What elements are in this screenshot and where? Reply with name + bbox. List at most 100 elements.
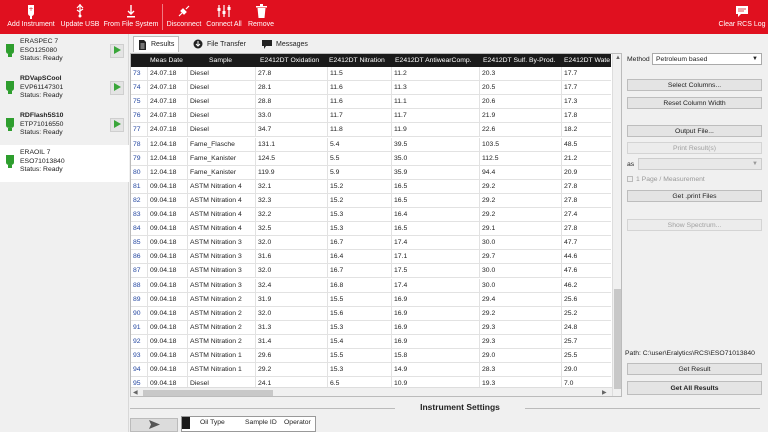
instrument-list: ERASPEC 7 ESO125080 Status: Ready RDVapS…	[0, 34, 129, 432]
table-row[interactable]: 84 09.04.18 ASTM Nitration 4 32.5 15.3 16.5 29…	[131, 222, 611, 237]
show-spectrum-button[interactable]: Show Spectrum...	[627, 219, 762, 231]
get-all-results-button[interactable]: Get All Results	[627, 381, 762, 395]
scroll-left-icon[interactable]: ◀	[133, 389, 138, 396]
table-row[interactable]: 82 09.04.18 ASTM Nitration 4 32.3 15.2 16.5 29…	[131, 193, 611, 208]
get-print-files-button[interactable]: Get .print Files	[627, 190, 762, 202]
start-measurement-button[interactable]	[110, 118, 124, 132]
get-result-button[interactable]: Get Result	[627, 363, 762, 375]
print-results-button[interactable]: Print Result(s)	[627, 142, 762, 154]
column-header[interactable]: E2412DT Nitration	[329, 57, 385, 64]
select-columns-button[interactable]: Select Columns...	[627, 79, 762, 91]
instrument-item[interactable]: RDVapSCool EVP61147301 Status: Ready	[0, 71, 129, 108]
table-row[interactable]: 86 09.04.18 ASTM Nitration 3 31.6 16.4 17.1 29…	[131, 250, 611, 265]
table-row[interactable]: 83 09.04.18 ASTM Nitration 4 32.2 15.3 16.4 29…	[131, 208, 611, 223]
table-row[interactable]: 79 12.04.18 Fame_Kanister 124.5 5.5 35.0 112.5…	[131, 151, 611, 166]
table-cell: 15.3	[327, 208, 343, 222]
table-cell: 16.9	[391, 306, 407, 321]
add-instrument-button[interactable]: + Add Instrument	[7, 3, 55, 33]
table-cell: 11.3	[391, 81, 407, 96]
table-cell: 16.8	[327, 278, 343, 293]
scroll-thumb[interactable]	[143, 390, 273, 396]
table-cell: 15.2	[327, 179, 343, 194]
table-cell: 12.04.18	[147, 137, 176, 152]
tab-messages[interactable]: Messages	[258, 36, 312, 52]
column-header[interactable]: E2412DT Oxidation	[260, 57, 319, 64]
table-row[interactable]: 85 09.04.18 ASTM Nitration 3 32.0 16.7 17.4 30…	[131, 236, 611, 251]
column-header[interactable]: E2412DT AntiwearComp.	[395, 57, 472, 64]
instrument-plus-icon: +	[24, 3, 38, 19]
row-number: 76	[133, 112, 141, 120]
from-file-system-button[interactable]: From File System	[104, 3, 158, 33]
column-header[interactable]: Meas Date	[150, 57, 183, 64]
table-cell: 17.4	[391, 278, 407, 293]
table-row[interactable]: 81 09.04.18 ASTM Nitration 4 32.1 15.2 16.5 29…	[131, 179, 611, 194]
tab-file-transfer[interactable]: File Transfer	[189, 36, 250, 52]
instrument-serial: EVP61147301	[20, 83, 64, 91]
row-number: 83	[133, 211, 141, 218]
clear-rcs-log-button[interactable]: Clear RCS Log	[718, 3, 766, 33]
table-cell: 48.5	[561, 137, 577, 152]
start-measurement-button[interactable]	[110, 44, 124, 58]
scroll-up-icon[interactable]: ▲	[615, 55, 621, 61]
tab-results[interactable]: Results	[133, 36, 180, 52]
reset-column-width-button[interactable]: Reset Column Width	[627, 97, 762, 109]
scroll-right-icon[interactable]: ▶	[602, 389, 607, 396]
table-row[interactable]: 89 09.04.18 ASTM Nitration 2 31.9 15.5 16.9 29…	[131, 292, 611, 307]
table-cell: Diesel	[187, 123, 209, 138]
table-cell: ASTM Nitration 3	[187, 278, 242, 293]
table-cell: 18.2	[561, 123, 577, 138]
table-cell: 14.9	[391, 363, 407, 378]
table-row[interactable]: 73 24.07.18 Diesel 27.8 11.5 11.2 20.3 17.7	[131, 67, 611, 82]
table-cell: 27.8	[561, 193, 577, 208]
table-row[interactable]: 76 24.07.18 Diesel 33.0 11.7 11.7 21.9 17.8	[131, 109, 611, 124]
play-icon	[113, 83, 121, 93]
table-row[interactable]: 91 09.04.18 ASTM Nitration 2 31.3 15.3 16.9 29…	[131, 320, 611, 335]
remove-button[interactable]: Remove	[246, 3, 276, 33]
chevron-down-icon: ▼	[752, 56, 758, 62]
table-cell: Fame_Flasche	[187, 137, 235, 152]
table-row[interactable]: 80 12.04.18 Fame_Kanister 119.9 5.9 35.9 94.4 2…	[131, 165, 611, 180]
scroll-thumb[interactable]	[614, 289, 621, 389]
row-number: 73	[133, 70, 141, 77]
table-row[interactable]: 93 09.04.18 ASTM Nitration 1 29.6 15.5 15.8 29…	[131, 349, 611, 364]
disconnect-button[interactable]: Disconnect	[166, 3, 202, 33]
send-settings-button[interactable]	[130, 418, 178, 432]
table-cell: 29.7	[479, 250, 495, 265]
column-header[interactable]: Sample	[209, 57, 232, 64]
vertical-scrollbar[interactable]: ▲	[612, 54, 621, 396]
table-cell: 15.3	[327, 320, 343, 335]
table-cell: Fame_Kanister	[187, 165, 236, 180]
table-cell: 29.2	[255, 363, 271, 378]
table-cell: 39.5	[391, 137, 407, 152]
start-measurement-button[interactable]	[110, 81, 124, 95]
update-usb-button[interactable]: Update USB	[60, 3, 100, 33]
instrument-item-selected[interactable]: ERAOIL 7 ESO71013840 Status: Ready	[0, 145, 129, 182]
status-bulb-icon	[6, 43, 14, 59]
table-row[interactable]: 87 09.04.18 ASTM Nitration 3 32.0 16.7 17.5 30…	[131, 264, 611, 279]
table-cell: ASTM Nitration 4	[187, 208, 242, 222]
table-cell: 24.07.18	[147, 67, 176, 81]
method-select[interactable]: Petroleum based ▼	[652, 53, 762, 65]
top-toolbar: + Add Instrument Update USB From File Sy…	[0, 0, 768, 34]
print-format-select[interactable]: ▼	[638, 158, 762, 170]
table-row[interactable]: 77 24.07.18 Diesel 34.7 11.8 11.9 22.6 18.2	[131, 123, 611, 138]
connect-all-button[interactable]: Connect All	[206, 3, 242, 33]
one-page-label: 1 Page / Measurement	[636, 176, 705, 183]
column-header[interactable]: E2412DT Wate	[564, 57, 610, 64]
table-cell: 24.07.18	[147, 109, 176, 124]
table-row[interactable]: 75 24.07.18 Diesel 28.8 11.6 11.1 20.6 17.3	[131, 95, 611, 110]
table-row[interactable]: 74 24.07.18 Diesel 28.1 11.6 11.3 20.5 17.7	[131, 81, 611, 96]
instrument-item[interactable]: ERASPEC 7 ESO125080 Status: Ready	[0, 34, 129, 71]
table-cell: 21.2	[561, 151, 577, 166]
table-cell: 09.04.18	[147, 208, 176, 222]
horizontal-scrollbar[interactable]: ◀ ▶	[131, 387, 612, 396]
output-file-button[interactable]: Output File...	[627, 125, 762, 137]
column-header[interactable]: E2412DT Sulf. By-Prod.	[483, 57, 555, 64]
table-row[interactable]: 90 09.04.18 ASTM Nitration 2 32.0 15.6 16.9 29…	[131, 306, 611, 321]
table-row[interactable]: 88 09.04.18 ASTM Nitration 3 32.4 16.8 17.4 30…	[131, 278, 611, 293]
table-row[interactable]: 78 12.04.18 Fame_Flasche 131.1 5.4 39.5 103.5 4…	[131, 137, 611, 152]
one-page-checkbox[interactable]	[627, 176, 633, 182]
table-row[interactable]: 94 09.04.18 ASTM Nitration 1 29.2 15.3 14.9 28…	[131, 363, 611, 378]
instrument-item[interactable]: RDFlash5S10 ETP71016550 Status: Ready	[0, 108, 129, 145]
table-row[interactable]: 92 09.04.18 ASTM Nitration 2 31.4 15.4 16.9 29…	[131, 334, 611, 349]
